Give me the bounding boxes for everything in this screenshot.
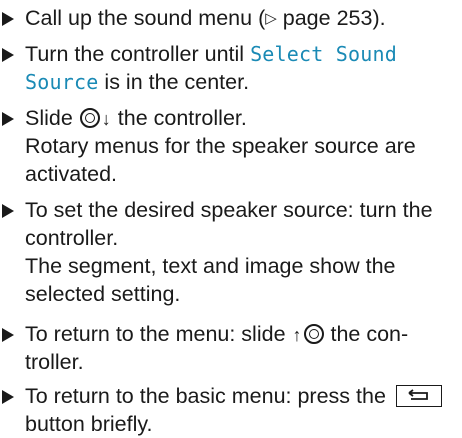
step-text-line: Source is in the center.: [25, 68, 462, 96]
controller-icon: [79, 108, 100, 128]
step-text: Slide: [25, 106, 79, 130]
step-result: The segment, text and image show the: [25, 254, 396, 278]
triangle-bullet-icon: [2, 48, 14, 62]
step-text: To return to the menu: slide: [25, 322, 292, 346]
controller-icon: [303, 324, 324, 344]
step-text: the controller.: [111, 106, 247, 130]
step-text-line: Turn the controller until Select Sound: [25, 40, 462, 68]
step-text-line: To return to the basic menu: press the: [25, 382, 462, 410]
step-text-line: To return to the menu: slide ↑ the con-: [25, 320, 462, 349]
triangle-bullet-icon: [2, 112, 14, 126]
step-text: the con-: [324, 322, 409, 346]
display-term: Select Sound: [250, 42, 397, 66]
page-reference-text: page 253).: [282, 6, 386, 30]
triangle-bullet-icon: [2, 204, 14, 218]
step-result: activated.: [25, 162, 118, 186]
display-term: Source: [25, 70, 99, 94]
step-text: is in the center.: [98, 70, 250, 94]
slide-up-arrow-icon: ↑: [292, 325, 302, 345]
step-text-line: Slide ↓ the controller.: [25, 104, 462, 133]
step-text-line: To set the desired speaker source: turn …: [25, 198, 433, 222]
step-text: Turn the controller until: [25, 42, 251, 66]
step-text-line: button briefly.: [25, 412, 153, 436]
page-reference-icon: ▷: [265, 10, 277, 27]
step-result: selected setting.: [25, 282, 181, 306]
step-text-line: Call up the sound menu (▷ page 253).: [25, 4, 462, 33]
step-result: Rotary menus for the speaker source are: [25, 134, 416, 158]
slide-down-arrow-icon: ↓: [101, 109, 111, 129]
triangle-bullet-icon: [2, 12, 14, 26]
instruction-page: Call up the sound menu (▷ page 253). Tur…: [0, 0, 462, 438]
triangle-bullet-icon: [2, 390, 14, 404]
step-text-line: controller.: [25, 226, 119, 250]
step-text: Call up the sound menu (: [25, 6, 266, 30]
back-button-icon: [395, 385, 442, 407]
step-text: To return to the basic menu: press the: [25, 384, 392, 408]
step-text-line: troller.: [25, 350, 84, 374]
triangle-bullet-icon: [2, 328, 14, 342]
